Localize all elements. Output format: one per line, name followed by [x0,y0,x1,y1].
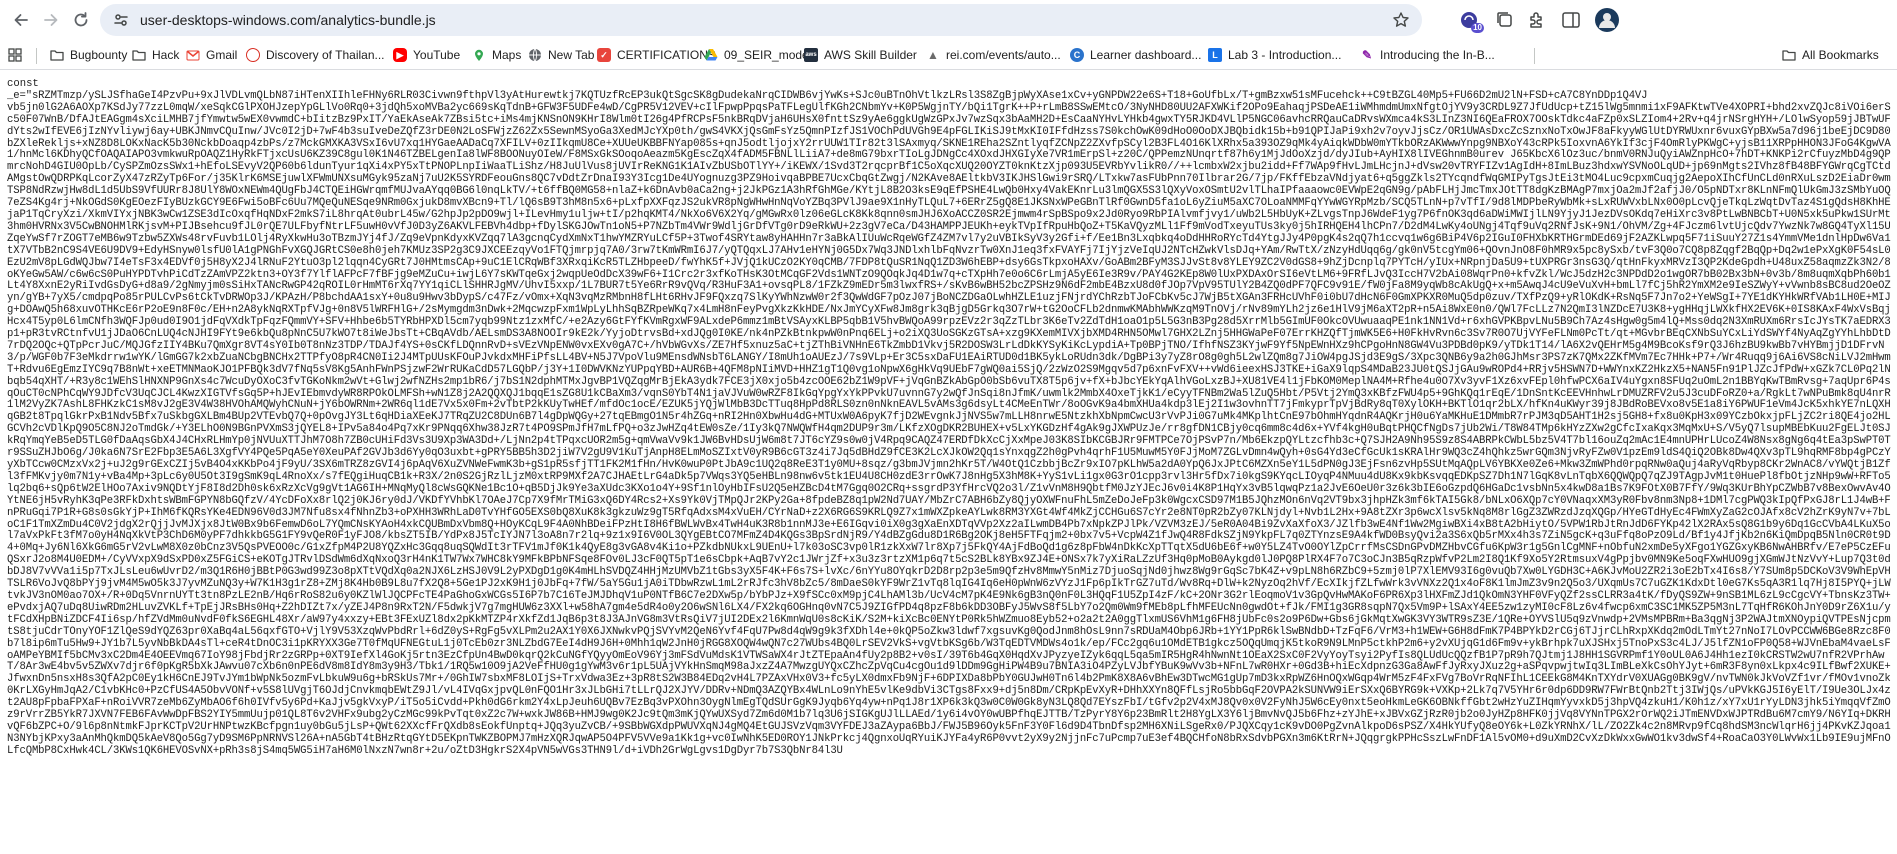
coursera-icon: C [1070,48,1084,62]
bookmark-seir-model[interactable]: 09_SEIR_model [704,43,811,67]
all-bookmarks-label: All Bookmarks [1802,48,1879,62]
all-bookmarks-button[interactable]: All Bookmarks [1782,43,1879,67]
apps-button[interactable] [8,43,28,67]
bookmark-aws-skill-builder[interactable]: aws AWS Skill Builder [804,43,917,67]
bookmark-discovery-thailand[interactable]: Discovery of Thailan... [246,43,385,67]
code-encoded-payload: vb5jn0lG2A6AOXp7KSdJy77zzL0mqW/xeSqkCGlP… [7,101,1891,757]
extension-icon[interactable]: 10 [1458,9,1484,33]
address-bar[interactable]: user-desktops-windows.com/analytics-bund… [100,4,1422,36]
maps-pin-icon [472,48,486,62]
feather-icon: ✎ [1361,48,1373,62]
bookmark-gmail[interactable]: Gmail [186,43,237,67]
bookmark-maps[interactable]: Maps [472,43,521,67]
arrow-left-icon [14,14,28,26]
bookmarks-bar: Bugbounty Hack Gmail Discovery of Thaila… [0,40,1897,70]
globe-icon [528,48,542,62]
folder-icon [1782,48,1796,62]
copy-page-icon[interactable] [1494,9,1516,31]
bookmark-certifications[interactable]: ✓ CERTIFICATIONS [597,43,716,67]
bookmark-bugbounty[interactable]: Bugbounty [50,43,127,67]
bookmarks-divider [1534,48,1535,64]
bookmark-label: Introducing the In-B... [1380,48,1495,62]
bookmarks-divider [36,48,37,64]
bookmark-label: Hack [152,48,180,62]
aws-icon: aws [804,48,818,62]
bookmark-label: Learner dashboard... [1090,48,1202,62]
profile-avatar-icon[interactable] [1594,7,1620,33]
bookmark-label: Bugbounty [70,48,128,62]
site-info-icon[interactable] [112,11,130,29]
bookmark-label: CERTIFICATIONS [617,48,716,62]
back-button[interactable] [6,5,36,35]
youtube-icon: ▶ [393,48,407,62]
bookmark-label: Gmail [206,48,238,62]
extensions-puzzle-icon[interactable] [1526,9,1548,31]
bookmark-lab-3[interactable]: L Lab 3 - Introduction... [1208,43,1341,67]
bookmark-label: rei.com/events/auto... [946,48,1061,62]
folder-icon [50,48,64,62]
bookmark-label: AWS Skill Builder [824,48,917,62]
bookmark-introducing-in-b[interactable]: ✎ Introducing the In-B... [1360,43,1495,67]
gmail-icon [186,48,200,62]
side-panel-icon[interactable] [1560,9,1582,31]
apps-grid-icon [8,48,22,62]
script-source-view: const _e="sRZMTmzp/ySLJSfhaGeI4PzvPu+9xJ… [7,79,1893,854]
globe-icon [246,48,260,62]
reload-button[interactable] [66,5,96,35]
bookmark-learner-dashboard[interactable]: C Learner dashboard... [1070,43,1201,67]
bookmark-rei-events[interactable]: ▲ rei.com/events/auto... [926,43,1061,67]
shield-icon: ✓ [597,48,611,62]
lab-icon: L [1208,48,1222,62]
folder-icon [132,48,146,62]
bookmark-label: YouTube [413,48,461,62]
bookmark-label: Discovery of Thailan... [266,48,385,62]
drive-icon [704,48,718,62]
rei-icon: ▲ [927,48,939,62]
bookmark-label: 09_SEIR_model [724,48,812,62]
bookmark-label: Lab 3 - Introduction... [1228,48,1342,62]
reload-icon [74,12,88,27]
url-text[interactable]: user-desktops-windows.com/analytics-bund… [140,12,436,28]
bookmark-label: Maps [492,48,522,62]
bookmark-new-tab[interactable]: New Tab [528,43,594,67]
bookmark-youtube[interactable]: ▶ YouTube [393,43,460,67]
bookmark-label: New Tab [548,48,595,62]
arrow-right-icon [44,14,58,26]
bookmark-star-icon[interactable] [1392,11,1410,29]
browser-toolbar: user-desktops-windows.com/analytics-bund… [0,0,1897,40]
bookmark-hack[interactable]: Hack [132,43,179,67]
extension-badge: 10 [1471,23,1484,33]
forward-button[interactable] [36,5,66,35]
